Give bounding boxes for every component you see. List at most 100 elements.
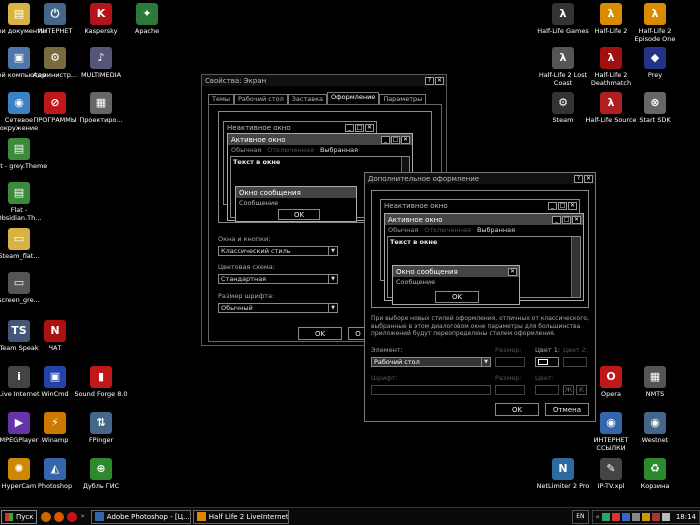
chat-icon: N [44,320,66,342]
language-indicator[interactable]: EN [572,509,589,524]
clock: 18:14 [675,512,696,521]
desktop-icon[interactable]: ▤ Flat - Obsidian.Th... [0,182,48,222]
tray-icon [611,512,620,521]
dialog-title: Дополнительное оформление [368,174,480,183]
desktop-icon[interactable]: λ Half-Life 2 Episode One [626,3,684,43]
font-label: Шрифт: [371,374,398,382]
taskbar-item-photoshop[interactable]: Adobe Photoshop - [Ц... [90,509,191,524]
multimedia-icon: ♪ [90,47,112,69]
tray-icon [631,512,640,521]
font-size-select[interactable]: Обычный ▼ [218,303,338,313]
desktop-icon[interactable]: ✦ Apache [118,3,176,35]
chevron-down-icon: ▼ [328,247,337,255]
fpinger-icon: ⇅ [90,412,112,434]
start-button[interactable]: Пуск [1,509,38,524]
preview-message-box: Окно сообщения ✕ Сообщение OK [392,265,520,305]
desktop-icon-label: MULTIMEDIA [80,71,122,79]
desktop-icon-label: Корзина [640,482,670,490]
size-label: Размер: [495,346,522,354]
advanced-appearance-dialog: Дополнительное оформление ? ✕ Неактивное… [364,172,596,422]
chevron-down-icon: ▼ [328,304,337,312]
close-button[interactable]: ✕ [435,76,444,85]
lost-coast-icon: λ [552,47,574,69]
help-button[interactable]: ? [574,174,583,183]
size-spinner[interactable] [495,357,525,367]
help-button[interactable]: ? [425,76,434,85]
font-size-label: Размер: [495,374,522,382]
element-label: Элемент: [371,346,403,354]
ok-button[interactable]: OK [298,327,342,340]
half-life-source-icon: λ [600,92,622,114]
taskbar-item-liveinternet[interactable]: Half Life 2 LiveInternet - ... [192,509,289,524]
color2-label: Цвет 2: [563,346,589,354]
desktop-icon[interactable]: ▦ Проектиро... [72,92,130,124]
half-life-2-icon: λ [600,3,622,25]
tab-3[interactable]: Оформление [327,92,380,104]
desktop-icon[interactable]: N ЧАТ [26,320,84,352]
font-select[interactable] [371,385,491,395]
desktop-icon-label: screen_gre... [0,296,40,304]
deathmatch-icon: λ [600,47,622,69]
italic-button[interactable]: К [576,385,587,395]
admin-tools-icon: ⚙ [44,47,66,69]
color-scheme-select[interactable]: Стандартная ▼ [218,274,338,284]
desktop-icon[interactable]: ◉ Westnet [626,412,684,444]
desktop-icon-label: Half-Life 2 Episode One [634,27,676,43]
show-more-icon[interactable]: » [80,512,84,522]
half-life-icon: λ [552,3,574,25]
desktop-icon[interactable]: ♻ Корзина [626,458,684,490]
chevron-down-icon: ▼ [481,358,490,366]
windows-buttons-select[interactable]: Классический стиль ▼ [218,246,338,256]
desktop-icon[interactable]: ◆ Prey [626,47,684,79]
desktop-icon-label: FPinger [88,436,114,444]
color-scheme-label: Цветовая схема: [218,263,275,271]
opera-icon[interactable] [67,511,78,522]
steam-icon: ⚙ [552,92,574,114]
cancel-button[interactable]: Отмена [545,403,589,416]
desktop-icon-label: Проектиро... [79,116,123,124]
preview-menu-bar: Обычная Отключенная Выбранная [231,146,359,154]
desktop-icon[interactable]: ♪ MULTIMEDIA [72,47,130,79]
half-life-icon [196,512,206,521]
font-color-picker[interactable] [535,385,559,395]
font-size-select[interactable] [495,385,525,395]
close-button[interactable]: ✕ [584,174,593,183]
bold-button[interactable]: Ж [563,385,574,395]
winamp-icon: ⚡ [44,412,66,434]
quick-launch: » [41,511,85,522]
windows-buttons-label: Окна и кнопки: [218,235,271,243]
color1-label: Цвет 1: [535,346,561,354]
photoshop-icon: ◭ [44,458,66,480]
color2-picker[interactable] [563,357,587,367]
internet-links-icon: ◉ [600,412,622,434]
desktop: ▤Мои документы⏻ИНТЕРНЕТKKaspersky✦Apache… [0,0,700,507]
dubl-gis-icon: ⊕ [90,458,112,480]
tray-expand-icon: « [595,512,600,521]
desktop-icon[interactable]: ▭ Steam_flat... [0,228,48,260]
desktop-icon-label: Apache [134,27,160,35]
windows-logo-icon [5,512,13,521]
power-icon: ⏻ [44,3,66,25]
nmts-icon: ▦ [644,366,666,388]
desktop-icon[interactable]: ⊕ Дубль ГИС [72,458,130,490]
wincmd-icon: ▣ [44,366,66,388]
desktop-icon[interactable]: ▮ Sound Forge 8.0 [72,366,130,398]
desktop-icon-label: ЧАТ [48,344,62,352]
browser-icon[interactable] [41,511,52,522]
apache-icon: ✦ [136,3,158,25]
image-file-icon: ▭ [8,272,30,294]
preview-window-text: Текст в окне [390,238,438,246]
desktop-icon[interactable]: ⊗ Start SDK [626,92,684,124]
desktop-icon[interactable]: ▤ Flat - grey.Theme [0,138,48,170]
preview-message-box: Окно сообщения Сообщение OK [235,186,357,222]
color1-picker[interactable] [535,357,559,367]
desktop-icon[interactable]: ▦ NMTS [626,366,684,398]
recycle-bin-icon: ♻ [644,458,666,480]
ok-button[interactable]: OK [495,403,539,416]
sdk-icon: ⊗ [644,92,666,114]
firefox-icon[interactable] [54,511,65,522]
desktop-icon[interactable]: ⇅ FPinger [72,412,130,444]
desktop-icon[interactable]: ▭ screen_gre... [0,272,48,304]
element-select[interactable]: Рабочий стол ▼ [371,357,491,367]
theme-file-icon: ▤ [8,138,30,160]
